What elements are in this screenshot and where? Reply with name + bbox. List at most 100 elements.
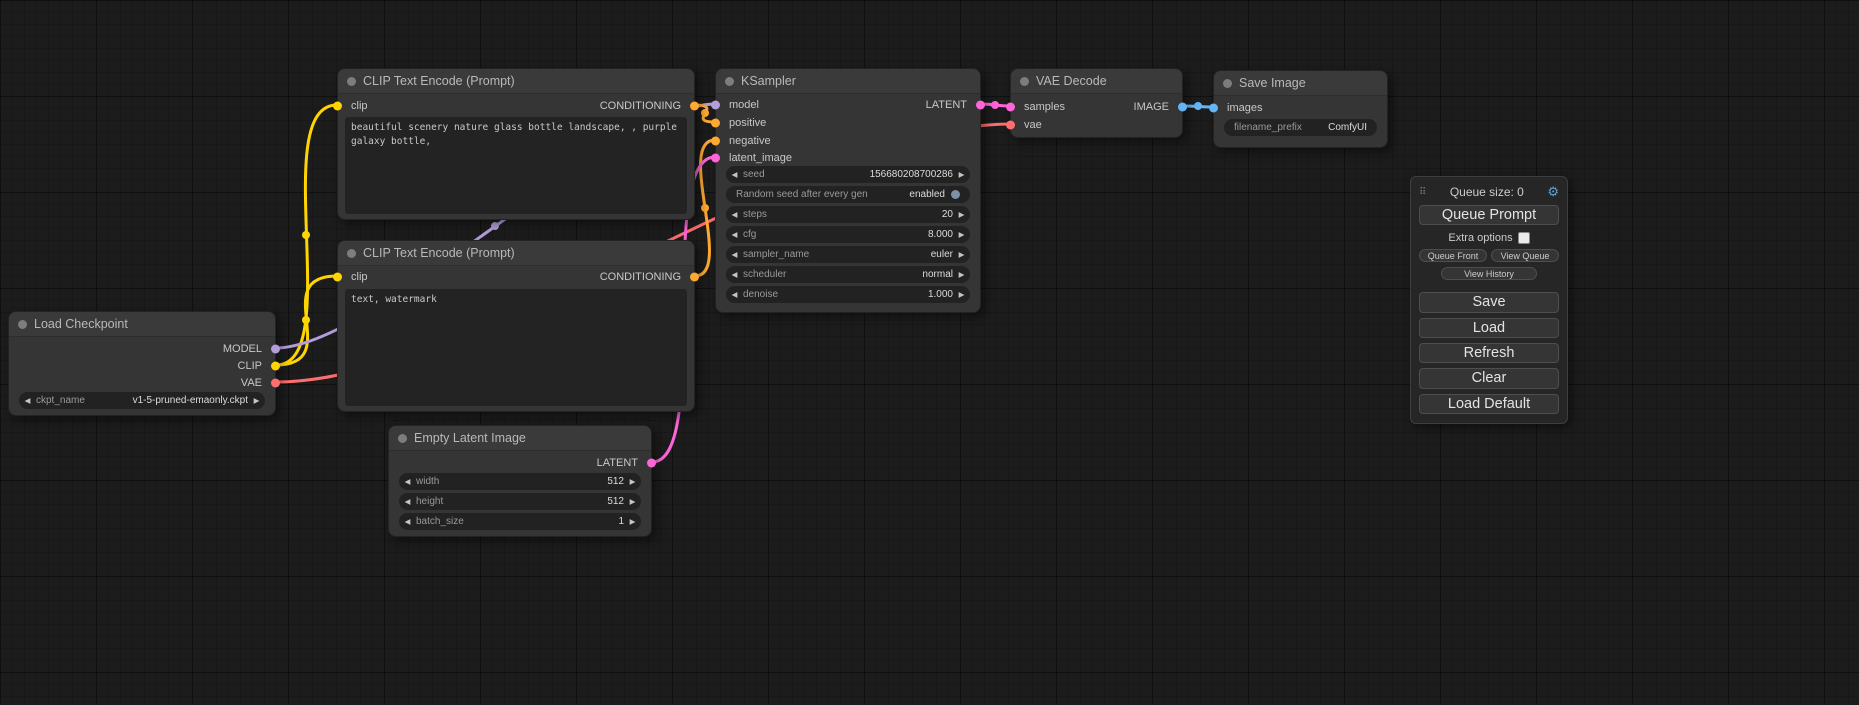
random-seed-toggle-widget[interactable]: Random seed after every gen enabled (726, 186, 970, 203)
increment-arrow-icon[interactable]: ▶ (624, 517, 641, 526)
decrement-arrow-icon[interactable]: ◀ (19, 396, 36, 405)
collapse-dot[interactable] (1020, 77, 1029, 86)
increment-arrow-icon[interactable]: ▶ (953, 210, 970, 219)
node-vae-decode[interactable]: VAE Decode samples IMAGE vae (1010, 68, 1183, 138)
vae-output-port[interactable] (271, 379, 280, 388)
decrement-arrow-icon[interactable]: ◀ (726, 230, 743, 239)
node-title-bar[interactable]: CLIP Text Encode (Prompt) (338, 241, 694, 266)
cfg-widget[interactable]: ◀ cfg 8.000 ▶ (726, 226, 970, 243)
extra-options-checkbox[interactable] (1518, 232, 1530, 244)
increment-arrow-icon[interactable]: ▶ (953, 270, 970, 279)
queue-panel-header: ⠿ Queue size: 0 ⚙ (1419, 184, 1559, 200)
collapse-dot[interactable] (398, 434, 407, 443)
node-save-image[interactable]: Save Image images filename_prefix ComfyU… (1213, 70, 1388, 148)
decrement-arrow-icon[interactable]: ◀ (726, 210, 743, 219)
port-row: samples IMAGE (1011, 99, 1182, 115)
queue-prompt-button[interactable]: Queue Prompt (1419, 205, 1559, 225)
positive-input-port[interactable] (711, 119, 720, 128)
decrement-arrow-icon[interactable]: ◀ (399, 517, 416, 526)
increment-arrow-icon[interactable]: ▶ (624, 477, 641, 486)
model-output-port[interactable] (271, 345, 280, 354)
collapse-dot[interactable] (18, 320, 27, 329)
refresh-button[interactable]: Refresh (1419, 343, 1559, 363)
widget-value: v1-5-pruned-emaonly.ckpt (133, 395, 248, 406)
output-row: VAE (9, 375, 275, 391)
increment-arrow-icon[interactable]: ▶ (953, 250, 970, 259)
node-title: CLIP Text Encode (Prompt) (363, 246, 515, 260)
node-title-bar[interactable]: Save Image (1214, 71, 1387, 96)
node-clip-text-encode-negative[interactable]: CLIP Text Encode (Prompt) clip CONDITION… (337, 240, 695, 412)
node-title-bar[interactable]: KSampler (716, 69, 980, 94)
node-graph-canvas[interactable]: Load Checkpoint MODEL CLIP VAE ◀ ckpt_na… (0, 0, 1859, 705)
decrement-arrow-icon[interactable]: ◀ (399, 477, 416, 486)
positive-prompt-textarea[interactable]: beautiful scenery nature glass bottle la… (345, 117, 687, 214)
conditioning-output-port[interactable] (690, 273, 699, 282)
increment-arrow-icon[interactable]: ▶ (624, 497, 641, 506)
node-title: CLIP Text Encode (Prompt) (363, 74, 515, 88)
node-title-bar[interactable]: VAE Decode (1011, 69, 1182, 94)
image-output-port[interactable] (1178, 103, 1187, 112)
node-empty-latent-image[interactable]: Empty Latent Image LATENT ◀ width 512 ▶ … (388, 425, 652, 537)
increment-arrow-icon[interactable]: ▶ (953, 230, 970, 239)
extra-options-label: Extra options (1448, 232, 1512, 244)
clear-button[interactable]: Clear (1419, 368, 1559, 388)
ckpt-name-widget[interactable]: ◀ ckpt_name v1-5-pruned-emaonly.ckpt ▶ (19, 392, 265, 409)
clip-input-port[interactable] (333, 102, 342, 111)
collapse-dot[interactable] (1223, 79, 1232, 88)
collapse-dot[interactable] (725, 77, 734, 86)
node-ksampler[interactable]: KSampler model LATENT positive negative … (715, 68, 981, 313)
image-output-label: IMAGE (1134, 101, 1169, 113)
collapse-dot[interactable] (347, 249, 356, 258)
model-input-port[interactable] (711, 101, 720, 110)
latent-image-input-port[interactable] (711, 154, 720, 163)
latent-output-port[interactable] (976, 101, 985, 110)
increment-arrow-icon[interactable]: ▶ (953, 170, 970, 179)
conditioning-output-port[interactable] (690, 102, 699, 111)
save-button[interactable]: Save (1419, 292, 1559, 312)
decrement-arrow-icon[interactable]: ◀ (726, 290, 743, 299)
negative-input-port[interactable] (711, 137, 720, 146)
samples-input-port[interactable] (1006, 103, 1015, 112)
steps-widget[interactable]: ◀ steps 20 ▶ (726, 206, 970, 223)
widget-label: width (416, 476, 439, 487)
denoise-widget[interactable]: ◀ denoise 1.000 ▶ (726, 286, 970, 303)
scheduler-widget[interactable]: ◀ scheduler normal ▶ (726, 266, 970, 283)
node-title-bar[interactable]: CLIP Text Encode (Prompt) (338, 69, 694, 94)
images-input-port[interactable] (1209, 104, 1218, 113)
node-load-checkpoint[interactable]: Load Checkpoint MODEL CLIP VAE ◀ ckpt_na… (8, 311, 276, 416)
clip-input-port[interactable] (333, 273, 342, 282)
node-title-bar[interactable]: Load Checkpoint (9, 312, 275, 337)
filename-prefix-widget[interactable]: filename_prefix ComfyUI (1224, 119, 1377, 136)
width-widget[interactable]: ◀ width 512 ▶ (399, 473, 641, 490)
node-title-bar[interactable]: Empty Latent Image (389, 426, 651, 451)
batch-size-widget[interactable]: ◀ batch_size 1 ▶ (399, 513, 641, 530)
node-clip-text-encode-positive[interactable]: CLIP Text Encode (Prompt) clip CONDITION… (337, 68, 695, 220)
increment-arrow-icon[interactable]: ▶ (953, 290, 970, 299)
negative-prompt-textarea[interactable]: text, watermark (345, 289, 687, 406)
decrement-arrow-icon[interactable]: ◀ (726, 250, 743, 259)
sampler-name-widget[interactable]: ◀ sampler_name euler ▶ (726, 246, 970, 263)
decrement-arrow-icon[interactable]: ◀ (726, 170, 743, 179)
decrement-arrow-icon[interactable]: ◀ (726, 270, 743, 279)
widget-label: Random seed after every gen (736, 189, 868, 200)
decrement-arrow-icon[interactable]: ◀ (399, 497, 416, 506)
collapse-dot[interactable] (347, 77, 356, 86)
seed-widget[interactable]: ◀ seed 156680208700286 ▶ (726, 166, 970, 183)
drag-handle-icon[interactable]: ⠿ (1419, 187, 1426, 198)
port-row: vae (1011, 117, 1182, 133)
positive-input-label: positive (729, 117, 766, 129)
view-queue-button[interactable]: View Queue (1491, 249, 1559, 262)
queue-front-button[interactable]: Queue Front (1419, 249, 1487, 262)
latent-output-port[interactable] (647, 459, 656, 468)
toggle-dot-icon[interactable] (951, 190, 960, 199)
settings-gear-icon[interactable]: ⚙ (1547, 184, 1559, 200)
clip-output-port[interactable] (271, 362, 280, 371)
vae-input-port[interactable] (1006, 121, 1015, 130)
widget-value: ComfyUI (1328, 122, 1367, 133)
increment-arrow-icon[interactable]: ▶ (248, 396, 265, 405)
height-widget[interactable]: ◀ height 512 ▶ (399, 493, 641, 510)
load-default-button[interactable]: Load Default (1419, 394, 1559, 414)
port-row: negative (716, 133, 980, 149)
load-button[interactable]: Load (1419, 318, 1559, 338)
view-history-button[interactable]: View History (1441, 267, 1536, 280)
